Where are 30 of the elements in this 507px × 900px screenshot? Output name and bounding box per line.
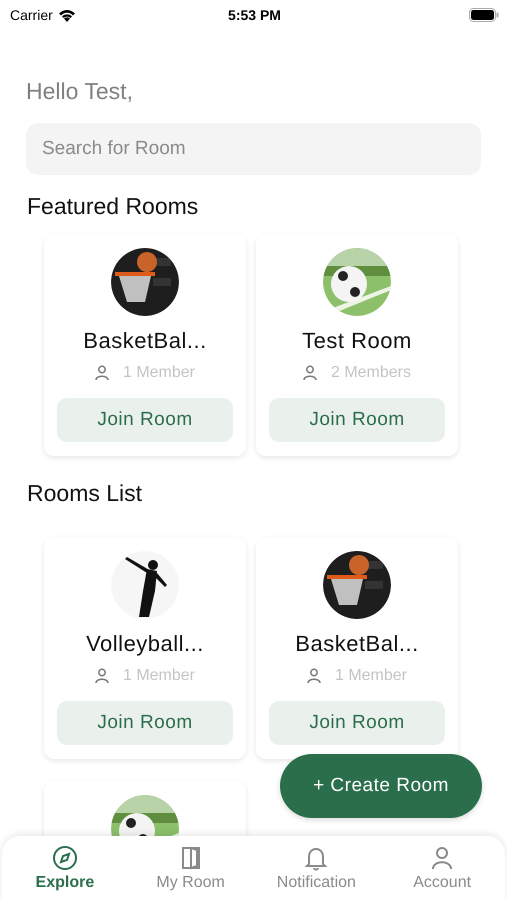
person-icon (302, 365, 317, 381)
join-room-button[interactable]: Join Room (269, 701, 445, 745)
section-title: Featured Rooms (27, 193, 200, 220)
member-count: 1 Member (122, 364, 196, 382)
member-count: 2 Members (330, 364, 412, 382)
search-field[interactable]: Search for Room (26, 123, 481, 175)
tab[interactable]: Account (379, 836, 505, 900)
room-name: Volleyball... (86, 631, 204, 657)
tab[interactable]: Explore (2, 836, 128, 900)
join-room-button[interactable]: Join Room (57, 398, 233, 442)
wifi-icon (58, 8, 76, 22)
join-room-button[interactable]: Join Room (57, 701, 233, 745)
section-title: Rooms List (27, 480, 144, 507)
person-icon (94, 668, 109, 684)
room-name: BasketBal... (295, 631, 419, 657)
battery-icon (468, 8, 499, 22)
room-name: Test Room (302, 328, 412, 354)
carrier-label: Carrier (10, 7, 53, 23)
tab[interactable]: Notification (254, 836, 380, 900)
compass-icon (50, 844, 79, 872)
room-name: BasketBal... (83, 328, 207, 354)
join-room-button[interactable]: Join Room (269, 398, 445, 442)
tab[interactable]: My Room (128, 836, 254, 900)
clock-time: 5:53 PM (228, 7, 281, 23)
member-count: 1 Member (122, 667, 196, 685)
member-count: 1 Member (334, 667, 408, 685)
person-icon (94, 365, 109, 381)
create-room-button[interactable]: + Create Room (280, 754, 482, 818)
greeting: Hello Test, (26, 78, 134, 105)
person-icon (306, 668, 321, 684)
